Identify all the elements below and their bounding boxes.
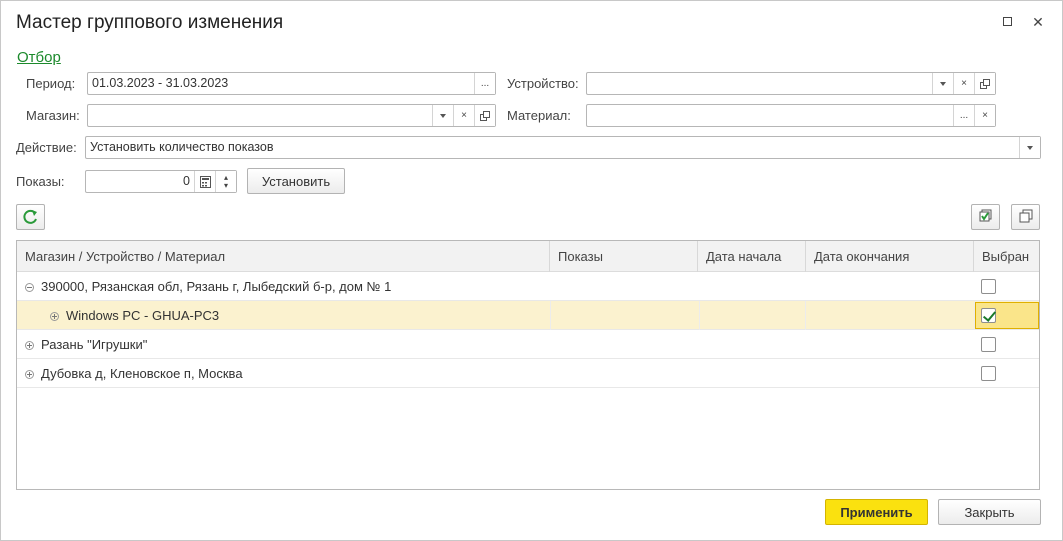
column-header-shows[interactable]: Показы: [550, 241, 698, 272]
period-field[interactable]: 01.03.2023 - 31.03.2023 ...: [87, 72, 496, 95]
row-name: Дубовка д, Кленовское п, Москва: [41, 366, 243, 381]
calculator-icon: [199, 175, 211, 188]
column-header-end-date[interactable]: Дата окончания: [806, 241, 974, 272]
shop-field[interactable]: ×: [87, 104, 496, 127]
window-title: Мастер группового изменения: [16, 12, 284, 33]
shows-label: Показы:: [16, 174, 65, 189]
action-value[interactable]: Установить количество показов: [86, 137, 1019, 158]
apply-button[interactable]: Применить: [825, 499, 928, 525]
device-label: Устройство:: [507, 76, 579, 91]
shop-clear-button[interactable]: ×: [453, 105, 474, 126]
maximize-button[interactable]: [1000, 14, 1016, 30]
shop-label: Магазин:: [26, 108, 80, 123]
collapse-icon[interactable]: [25, 283, 34, 292]
shop-open-button[interactable]: [474, 105, 495, 126]
device-clear-button[interactable]: ×: [953, 73, 974, 94]
shows-value[interactable]: 0: [86, 171, 194, 192]
action-dropdown-button[interactable]: [1019, 137, 1040, 158]
period-label: Период:: [26, 76, 76, 91]
row-checkbox[interactable]: [981, 337, 996, 352]
close-window-button[interactable]: ✕: [1030, 14, 1046, 30]
material-value[interactable]: [587, 105, 953, 126]
device-dropdown-button[interactable]: [932, 73, 953, 94]
spin-down-icon[interactable]: ▾: [224, 181, 228, 190]
group-change-wizard-window: Мастер группового изменения ✕ Отбор Пери…: [0, 0, 1063, 541]
table-row[interactable]: Дубовка д, Кленовское п, Москва: [17, 359, 1039, 388]
device-value[interactable]: [587, 73, 932, 94]
row-checkbox-checked[interactable]: [981, 308, 996, 323]
row-name: Разань "Игрушки": [41, 337, 148, 352]
material-clear-button[interactable]: ×: [974, 105, 995, 126]
maximize-icon: [1003, 17, 1012, 26]
close-icon: ✕: [1032, 14, 1044, 30]
chevron-down-icon: [1027, 145, 1033, 150]
table-row[interactable]: Разань "Игрушки": [17, 330, 1039, 359]
material-label: Материал:: [507, 108, 571, 123]
expand-icon[interactable]: [25, 370, 34, 379]
action-label: Действие:: [16, 140, 77, 155]
row-name-cell: Дубовка д, Кленовское п, Москва: [17, 359, 251, 388]
row-name-cell: Разань "Игрушки": [17, 330, 155, 359]
close-button[interactable]: Закрыть: [938, 499, 1041, 525]
action-field[interactable]: Установить количество показов: [85, 136, 1041, 159]
row-checkbox[interactable]: [981, 366, 996, 381]
expand-icon[interactable]: [25, 341, 34, 350]
device-open-button[interactable]: [974, 73, 995, 94]
column-header-selected[interactable]: Выбран: [974, 241, 1041, 272]
shows-field[interactable]: 0 ▴ ▾: [85, 170, 237, 193]
device-field[interactable]: ×: [586, 72, 996, 95]
chevron-down-icon: [940, 81, 946, 86]
period-value[interactable]: 01.03.2023 - 31.03.2023: [88, 73, 474, 94]
refresh-icon: [23, 209, 37, 224]
shows-spinner[interactable]: ▴ ▾: [215, 171, 236, 192]
shop-dropdown-button[interactable]: [432, 105, 453, 126]
row-name: 390000, Рязанская обл, Рязань г, Лыбедск…: [41, 279, 392, 294]
check-all-button[interactable]: [971, 204, 1000, 230]
table-row-selected[interactable]: Windows PC - GHUA-PC3: [17, 301, 1039, 330]
expand-icon[interactable]: [50, 312, 59, 321]
open-icon: [480, 110, 490, 121]
uncheck-all-button[interactable]: [1011, 204, 1040, 230]
open-icon: [980, 78, 990, 89]
row-checkbox[interactable]: [981, 279, 996, 294]
uncheck-all-icon: [1019, 209, 1033, 223]
table-header: Магазин / Устройство / Материал Показы Д…: [17, 241, 1039, 272]
table-row[interactable]: 390000, Рязанская обл, Рязань г, Лыбедск…: [17, 272, 1039, 301]
material-select-button[interactable]: ...: [953, 105, 974, 126]
row-name-cell: 390000, Рязанская обл, Рязань г, Лыбедск…: [17, 272, 399, 301]
chevron-down-icon: [440, 113, 446, 118]
column-header-start-date[interactable]: Дата начала: [698, 241, 806, 272]
row-name: Windows PC - GHUA-PC3: [66, 308, 220, 323]
check-all-icon: [979, 209, 992, 222]
column-header-name[interactable]: Магазин / Устройство / Материал: [17, 241, 550, 272]
filter-link[interactable]: Отбор: [17, 49, 61, 66]
row-name-cell: Windows PC - GHUA-PC3: [42, 301, 227, 330]
set-button[interactable]: Установить: [247, 168, 345, 194]
material-field[interactable]: ... ×: [586, 104, 996, 127]
refresh-button[interactable]: [16, 204, 45, 230]
data-table[interactable]: Магазин / Устройство / Материал Показы Д…: [16, 240, 1040, 490]
calculator-button[interactable]: [194, 171, 215, 192]
shop-value[interactable]: [88, 105, 432, 126]
period-select-button[interactable]: ...: [474, 73, 495, 94]
